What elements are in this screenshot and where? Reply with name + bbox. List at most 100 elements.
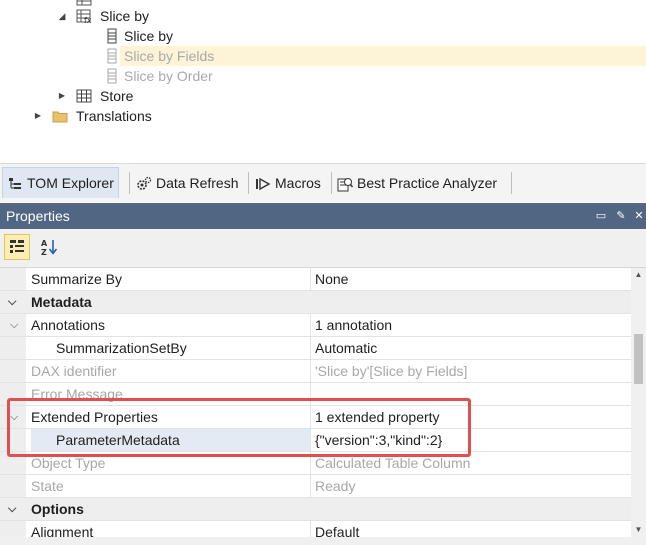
- property-value[interactable]: Ready: [315, 475, 355, 497]
- row-gutter: [0, 337, 26, 359]
- property-name: ParameterMetadata: [31, 429, 310, 451]
- sort-az-icon: AZ: [41, 239, 58, 256]
- window-position-icon[interactable]: ▭: [594, 203, 608, 229]
- scroll-down-icon[interactable]: ▼: [631, 523, 646, 537]
- row-gutter: [0, 475, 26, 497]
- gears-icon: [137, 177, 152, 191]
- collapse-icon[interactable]: ⌵: [8, 291, 16, 313]
- category-row-options[interactable]: ⌵ Options: [0, 498, 631, 521]
- tab-best-practice-analyzer[interactable]: Best Practice Analyzer: [333, 168, 501, 198]
- property-value[interactable]: Calculated Table Column: [315, 452, 470, 474]
- property-value[interactable]: 'Slice by'[Slice by Fields]: [315, 360, 467, 382]
- folder-icon: [52, 111, 68, 123]
- expand-right-icon[interactable]: ▶: [32, 106, 44, 126]
- panel-title: Properties: [6, 208, 70, 224]
- tab-label: Macros: [275, 175, 321, 191]
- property-row-parametermetadata[interactable]: ParameterMetadata {"version":3,"kind":2}: [0, 429, 631, 452]
- macro-play-icon: [256, 178, 271, 191]
- property-row-error-message[interactable]: Error Message: [0, 383, 631, 406]
- svg-text:fx: fx: [84, 16, 92, 24]
- property-grid-scrollbar[interactable]: ▲ ▼: [631, 268, 646, 545]
- categorized-icon: [10, 240, 24, 253]
- property-row-object-type[interactable]: Object Type Calculated Table Column: [0, 452, 631, 475]
- property-name: Annotations: [31, 317, 105, 333]
- categorized-view-button[interactable]: [4, 234, 30, 260]
- column-icon: [107, 28, 117, 44]
- row-gutter: [0, 429, 26, 451]
- pin-icon[interactable]: ✎: [614, 203, 628, 229]
- collapse-icon[interactable]: ⌵: [8, 498, 16, 520]
- column-divider: [310, 268, 311, 290]
- property-value[interactable]: 1 extended property: [315, 406, 440, 428]
- property-value[interactable]: None: [315, 268, 348, 290]
- svg-text:Z: Z: [41, 248, 47, 256]
- tab-label: Data Refresh: [156, 175, 239, 191]
- bottom-tab-strip: TOM Explorer Data Refresh Macros Best Pr…: [0, 163, 646, 202]
- property-name: Extended Properties: [31, 409, 158, 425]
- property-value[interactable]: Automatic: [315, 337, 377, 359]
- column-divider: [310, 406, 311, 428]
- properties-panel-header: Properties ▭ ✎ ✕: [0, 203, 646, 229]
- tree-item-label: Slice by: [100, 8, 150, 24]
- tab-tom-explorer[interactable]: TOM Explorer: [2, 167, 119, 198]
- tab-divider: [511, 172, 512, 194]
- category-name: Options: [31, 501, 84, 517]
- expand-right-icon[interactable]: ▶: [56, 86, 68, 106]
- property-row-summarize-by[interactable]: Summarize By None: [0, 268, 631, 291]
- column-icon: [107, 48, 117, 64]
- tab-divider: [129, 172, 130, 194]
- tree-item-slice-by-fields[interactable]: Slice by Fields: [107, 46, 646, 66]
- property-name: State: [31, 478, 64, 494]
- tree-item-label: Translations: [76, 108, 152, 124]
- tab-macros[interactable]: Macros: [251, 168, 325, 198]
- column-divider: [310, 475, 311, 497]
- tree-item-slice-by-table[interactable]: ◢ fx Slice by: [56, 6, 256, 26]
- expand-down-icon[interactable]: ◢: [56, 6, 68, 26]
- collapse-icon[interactable]: ⌵: [10, 406, 18, 428]
- category-name: Metadata: [31, 294, 92, 310]
- tree-view-icon: [9, 178, 21, 190]
- row-gutter: [0, 383, 26, 405]
- properties-toolbar: AZ: [0, 229, 646, 268]
- property-row-dax-identifier[interactable]: DAX identifier 'Slice by'[Slice by Field…: [0, 360, 631, 383]
- tree-item-label: Slice by Order: [124, 68, 213, 84]
- calculated-table-icon: fx: [76, 9, 92, 24]
- property-row-annotations[interactable]: ⌵ Annotations 1 annotation: [0, 314, 631, 337]
- close-icon[interactable]: ✕: [632, 203, 646, 229]
- property-grid: Summarize By None ⌵ Metadata ⌵ Annotatio…: [0, 268, 631, 545]
- property-row-state[interactable]: State Ready: [0, 475, 631, 498]
- column-divider: [310, 314, 311, 336]
- tom-tree: ◢ fx Slice by Slice by Slice by Fields S…: [0, 0, 646, 163]
- tree-item-label: Slice by Fields: [124, 48, 215, 64]
- column-divider: [310, 429, 311, 451]
- scroll-thumb[interactable]: [634, 334, 643, 384]
- tree-item-label: Slice by: [124, 28, 174, 44]
- tree-item-translations[interactable]: ▶ Translations: [32, 106, 192, 126]
- tab-divider: [248, 172, 249, 194]
- column-divider: [310, 360, 311, 382]
- column-divider: [310, 337, 311, 359]
- scroll-up-icon[interactable]: ▲: [631, 268, 646, 282]
- tree-item-slice-by-column[interactable]: Slice by: [104, 26, 254, 46]
- tree-item-slice-by-order[interactable]: Slice by Order: [104, 66, 254, 86]
- property-name: Error Message: [31, 386, 123, 402]
- column-divider: [310, 452, 311, 474]
- property-value[interactable]: 1 annotation: [315, 314, 392, 336]
- tab-label: Best Practice Analyzer: [357, 175, 498, 191]
- row-gutter: [0, 360, 26, 382]
- category-row-metadata[interactable]: ⌵ Metadata: [0, 291, 631, 314]
- tree-item-store[interactable]: ▶ Store: [56, 86, 206, 106]
- tab-data-refresh[interactable]: Data Refresh: [132, 168, 242, 198]
- property-name: DAX identifier: [31, 363, 117, 379]
- property-name: Summarize By: [31, 271, 123, 287]
- property-row-extended-properties[interactable]: ⌵ Extended Properties 1 extended propert…: [0, 406, 631, 429]
- tab-label: TOM Explorer: [27, 175, 114, 191]
- panel-bottom-edge: [0, 537, 646, 545]
- property-row-summarizationsetby[interactable]: SummarizationSetBy Automatic: [0, 337, 631, 360]
- alphabetical-sort-button[interactable]: AZ: [37, 234, 63, 260]
- property-value[interactable]: {"version":3,"kind":2}: [315, 429, 442, 451]
- collapse-icon[interactable]: ⌵: [10, 314, 18, 336]
- svg-text:A: A: [41, 239, 48, 248]
- property-name: SummarizationSetBy: [56, 340, 187, 356]
- row-gutter: [0, 452, 26, 474]
